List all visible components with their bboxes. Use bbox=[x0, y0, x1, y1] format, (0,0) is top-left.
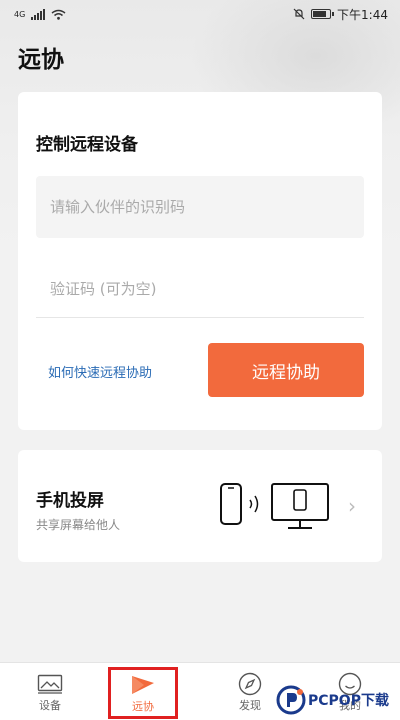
battery-icon bbox=[311, 9, 335, 19]
wifi-icon bbox=[51, 9, 66, 20]
image-icon bbox=[37, 671, 63, 697]
mute-bell-icon bbox=[293, 8, 305, 20]
nav-label: 设备 bbox=[39, 699, 61, 712]
status-bar: 4G 下午1:44 bbox=[0, 0, 400, 28]
nav-label: 发现 bbox=[239, 699, 261, 712]
status-right: 下午1:44 bbox=[293, 6, 388, 23]
page-title: 远协 bbox=[18, 47, 64, 73]
verification-code-input[interactable] bbox=[36, 260, 364, 318]
nav-label: 远协 bbox=[132, 700, 154, 713]
mirror-card-title: 手机投屏 bbox=[36, 491, 104, 511]
phone-to-monitor-icon bbox=[220, 483, 329, 529]
watermark-text: PCPOP下载 bbox=[308, 693, 389, 709]
remote-control-card: 控制远程设备 如何快速远程协助 远程协助 bbox=[18, 92, 382, 430]
partner-id-input[interactable] bbox=[36, 176, 364, 238]
clock: 下午1:44 bbox=[337, 7, 388, 22]
remote-assist-icon bbox=[130, 672, 156, 698]
mirror-card-subtitle: 共享屏幕给他人 bbox=[36, 518, 121, 532]
status-left: 4G bbox=[14, 8, 66, 20]
nav-devices[interactable]: 设备 bbox=[10, 663, 90, 720]
watermark-logo-icon bbox=[276, 685, 306, 715]
nav-remote-assist[interactable]: 远协 bbox=[108, 667, 178, 719]
pcpop-watermark: PCPOP下载 bbox=[276, 682, 400, 718]
remote-card-title: 控制远程设备 bbox=[36, 135, 138, 155]
chevron-right-icon: › bbox=[348, 494, 356, 518]
compass-icon bbox=[238, 671, 262, 697]
network-type: 4G bbox=[14, 9, 26, 19]
remote-assist-button[interactable]: 远程协助 bbox=[208, 343, 364, 397]
how-to-remote-link[interactable]: 如何快速远程协助 bbox=[48, 362, 152, 381]
screen-mirror-card[interactable]: 手机投屏 共享屏幕给他人 › bbox=[18, 450, 382, 562]
signal-icon bbox=[31, 8, 46, 20]
